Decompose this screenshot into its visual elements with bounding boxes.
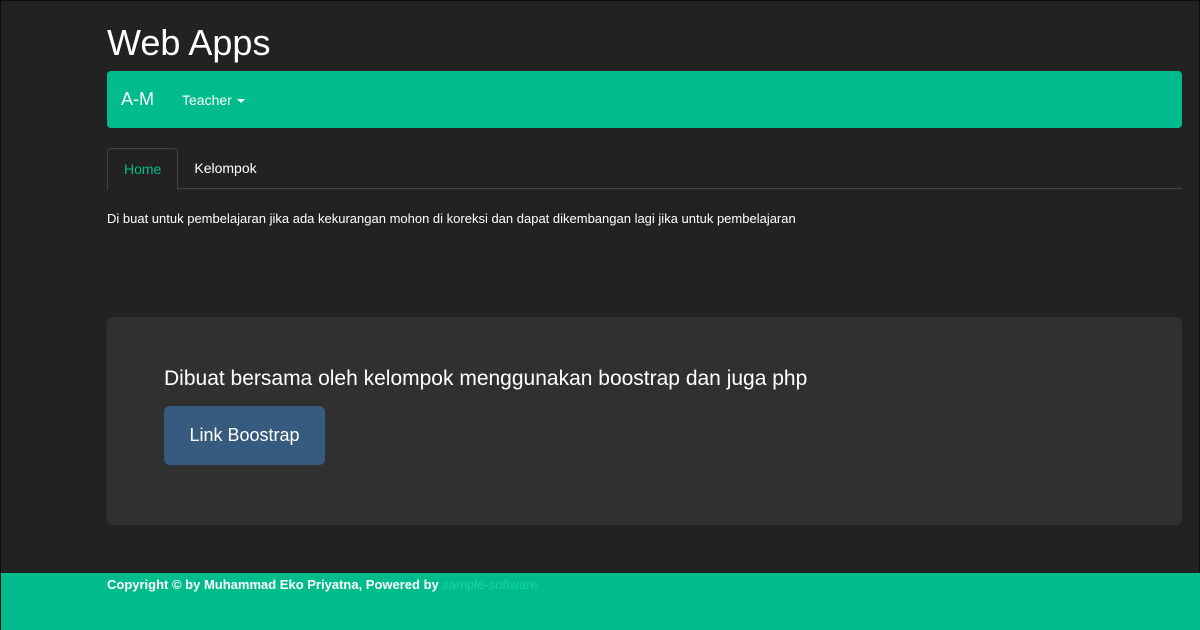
teacher-dropdown[interactable]: Teacher (182, 92, 245, 108)
tab-home[interactable]: Home (107, 148, 179, 190)
tab-bar: Home Kelompok (107, 148, 1182, 190)
caret-down-icon (236, 98, 245, 103)
footer: Copyright © by Muhammad Eko Priyatna, Po… (1, 573, 1200, 630)
link-bootstrap-button[interactable]: Link Boostrap (164, 406, 325, 465)
jumbotron: Dibuat bersama oleh kelompok menggunakan… (107, 317, 1182, 525)
intro-text: Di buat untuk pembelajaran jika ada keku… (107, 211, 796, 226)
navbar-brand[interactable]: A-M (107, 71, 182, 128)
navbar: A-M Teacher (107, 71, 1182, 128)
tab-kelompok[interactable]: Kelompok (178, 148, 272, 189)
teacher-dropdown-label: Teacher (182, 91, 232, 108)
footer-text: Copyright © by Muhammad Eko Priyatna, Po… (107, 576, 538, 594)
jumbotron-text: Dibuat bersama oleh kelompok menggunakan… (164, 367, 808, 390)
footer-link[interactable]: sample-software (442, 577, 537, 592)
site-title: Web Apps (107, 22, 271, 63)
copyright-text: Copyright © by Muhammad Eko Priyatna, Po… (107, 577, 443, 592)
